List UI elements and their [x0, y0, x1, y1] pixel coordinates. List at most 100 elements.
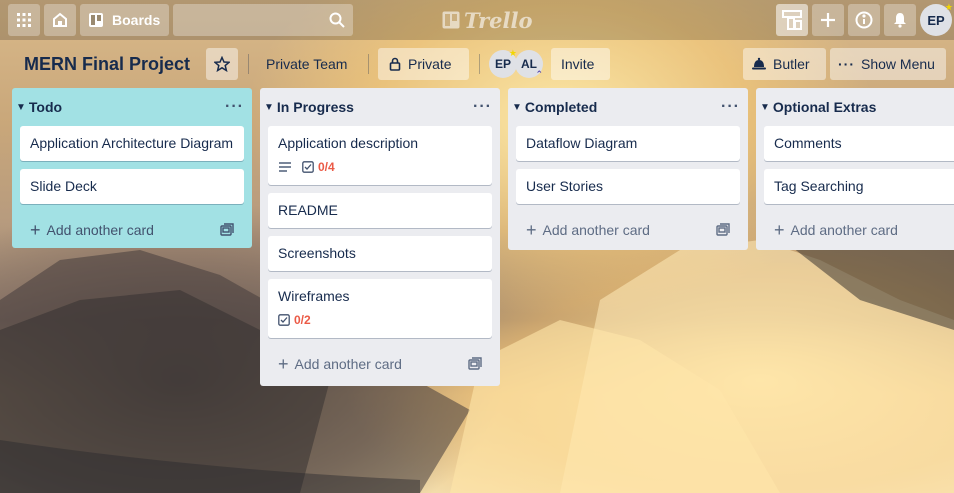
add-card-label: Add another card: [46, 222, 154, 238]
card[interactable]: Screenshots: [268, 236, 492, 271]
notifications-button[interactable]: [884, 4, 916, 36]
star-board-button[interactable]: [206, 48, 238, 80]
card-title: Comments: [774, 135, 842, 151]
home-icon: [53, 12, 67, 27]
header-divider: [248, 54, 249, 74]
card-title: Application Architecture Diagram: [30, 135, 234, 151]
caret-down-icon: ▼: [512, 101, 522, 113]
card[interactable]: User Stories: [516, 169, 740, 204]
member-avatar[interactable]: EP ★: [489, 48, 517, 78]
card[interactable]: Comments: [764, 126, 954, 161]
star-icon: ★: [944, 2, 953, 12]
add-card-button[interactable]: + Add another card: [764, 212, 946, 248]
checklist-count: 0/2: [294, 313, 311, 327]
team-label: Private Team: [266, 56, 348, 72]
list-menu-icon[interactable]: ···: [225, 98, 244, 116]
list-title: In Progress: [276, 99, 354, 115]
info-button[interactable]: [848, 4, 880, 36]
user-avatar[interactable]: EP ★: [920, 2, 953, 36]
list-header[interactable]: ▼ In Progress ···: [260, 88, 500, 126]
info-icon: [855, 11, 873, 29]
card[interactable]: Tag Searching: [764, 169, 954, 204]
list-header[interactable]: ▼ Completed ···: [508, 88, 748, 126]
template-icon[interactable]: [716, 223, 730, 237]
card[interactable]: README: [268, 193, 492, 228]
list-in-progress: ▼ In Progress ··· Application descriptio…: [260, 88, 500, 386]
invite-label: Invite: [561, 56, 595, 72]
checklist-badge: 0/2: [278, 310, 311, 330]
board-switcher-button[interactable]: [776, 4, 808, 36]
caret-down-icon: ▼: [264, 101, 274, 113]
visibility-button[interactable]: Private: [378, 48, 469, 80]
checklist-icon: [278, 314, 290, 326]
checklist-count: 0/4: [318, 160, 335, 174]
card-title: Wireframes: [278, 288, 350, 304]
grid-icon: [17, 13, 31, 27]
search-icon: [329, 12, 345, 28]
lock-icon: [389, 57, 401, 71]
list-todo: ▼ Todo ··· Application Architecture Diag…: [12, 88, 252, 248]
board-title-text: MERN Final Project: [24, 53, 191, 74]
list-optional-extras: ▼ Optional Extras Comments Tag Searching…: [756, 88, 954, 250]
member-initials: EP: [494, 57, 511, 71]
template-icon[interactable]: [468, 357, 482, 371]
apps-button[interactable]: [8, 4, 40, 36]
user-initials: EP: [927, 12, 945, 28]
plus-icon: +: [278, 353, 289, 374]
board-switch-icon: [782, 10, 802, 30]
invite-button[interactable]: Invite: [551, 48, 610, 80]
search-box[interactable]: [173, 4, 353, 36]
butler-icon: [752, 57, 766, 70]
butler-button[interactable]: Butler: [743, 48, 826, 80]
add-card-label: Add another card: [790, 222, 898, 238]
card[interactable]: Application Architecture Diagram: [20, 126, 244, 161]
card-title: Slide Deck: [30, 178, 97, 194]
add-card-label: Add another card: [542, 222, 650, 238]
show-menu-label: Show Menu: [861, 56, 935, 72]
list-header[interactable]: ▼ Todo ···: [12, 88, 252, 126]
show-menu-button[interactable]: ··· Show Menu: [830, 48, 946, 80]
list-completed: ▼ Completed ··· Dataflow Diagram User St…: [508, 88, 748, 250]
member-avatar[interactable]: AL ⌃: [515, 50, 543, 79]
template-icon[interactable]: [220, 223, 234, 237]
plus-icon: +: [30, 219, 41, 240]
card-title: README: [278, 202, 338, 218]
list-header[interactable]: ▼ Optional Extras: [756, 88, 954, 126]
create-button[interactable]: [812, 4, 844, 36]
add-card-button[interactable]: + Add another card: [516, 212, 740, 248]
card-title: Tag Searching: [774, 178, 864, 194]
visibility-label: Private: [408, 56, 452, 72]
board-title[interactable]: MERN Final Project: [16, 48, 198, 80]
list-title: Todo: [28, 99, 63, 115]
add-card-label: Add another card: [294, 356, 402, 372]
home-button[interactable]: [44, 4, 76, 36]
board-icon: [89, 13, 103, 27]
list-title: Optional Extras: [772, 99, 877, 115]
add-card-button[interactable]: + Add another card: [20, 212, 244, 248]
logo-text: Trello: [464, 7, 533, 33]
add-card-button[interactable]: + Add another card: [268, 346, 492, 382]
list-menu-icon[interactable]: ···: [721, 98, 740, 116]
card-badges: 0/4: [278, 157, 482, 177]
trello-logo[interactable]: Trello: [442, 7, 533, 33]
list-menu-icon[interactable]: ···: [473, 98, 492, 116]
plus-icon: +: [526, 219, 537, 240]
card[interactable]: Slide Deck: [20, 169, 244, 204]
card-title: Dataflow Diagram: [526, 135, 638, 151]
card-title: User Stories: [526, 178, 604, 194]
card-badges: 0/2: [278, 310, 482, 330]
card[interactable]: Wireframes 0/2: [268, 279, 492, 338]
search-input[interactable]: [173, 4, 353, 36]
header-divider: [368, 54, 369, 74]
description-icon: [279, 162, 291, 172]
card[interactable]: Dataflow Diagram: [516, 126, 740, 161]
chevron-up-icon: ⌃: [535, 69, 543, 79]
checklist-icon: [302, 161, 314, 173]
card[interactable]: Application description 0/4: [268, 126, 492, 185]
card-title: Application description: [278, 135, 419, 151]
header-divider: [479, 54, 480, 74]
team-button[interactable]: Private Team: [256, 48, 357, 80]
trello-logo-icon: [442, 11, 460, 29]
caret-down-icon: ▼: [16, 101, 26, 113]
boards-button[interactable]: Boards: [80, 4, 169, 36]
